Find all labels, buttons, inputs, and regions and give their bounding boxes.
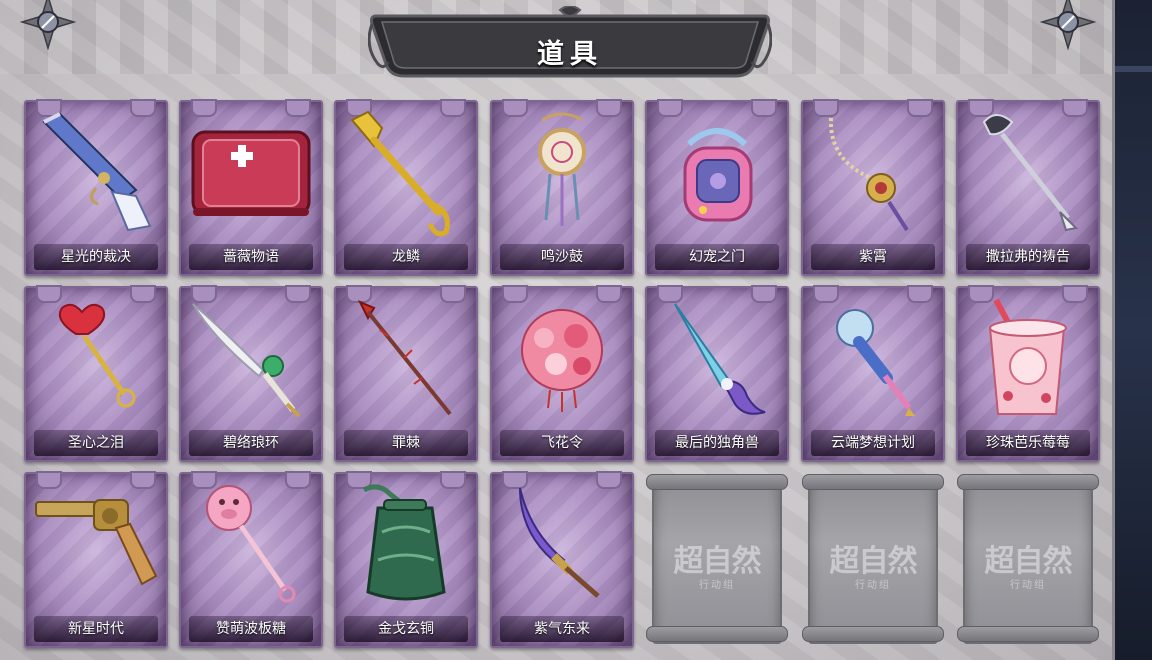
item-label: 云端梦想计划 <box>831 435 915 451</box>
item-label: 幻宠之门 <box>689 249 745 265</box>
item-card[interactable]: 蔷薇物语 <box>179 99 323 276</box>
cloud-mace-icon <box>836 309 915 416</box>
item-card[interactable]: 新星时代 <box>24 471 168 648</box>
scroll-roll-bottom <box>646 626 788 642</box>
scene-background-edge <box>1115 0 1152 660</box>
item-label: 蔷薇物语 <box>223 249 279 265</box>
empty-slot-subtitle: 行动组 <box>855 580 891 591</box>
empty-slot[interactable]: 超自然 行动组 <box>802 474 944 644</box>
empty-slot[interactable]: 超自然 行动组 <box>646 474 788 644</box>
item-card[interactable]: 龙鳞 <box>334 99 478 276</box>
item-card[interactable]: 珍珠芭乐莓莓 <box>956 285 1100 462</box>
silver-scepter-icon <box>982 114 1079 232</box>
revolver-icon <box>35 499 158 586</box>
dreamcatcher-drum-icon <box>538 112 586 226</box>
empty-slot[interactable]: 超自然 行动组 <box>957 474 1099 644</box>
item-label: 珍珠芭乐莓莓 <box>986 435 1070 451</box>
item-card[interactable]: 紫霄 <box>801 99 945 276</box>
item-card[interactable]: 赞萌波板糖 <box>179 471 323 648</box>
empty-slot-watermark: 超自然 <box>829 544 918 579</box>
pendant-chain-icon <box>828 117 909 232</box>
item-label: 龙鳞 <box>392 249 420 265</box>
item-label: 金戈玄铜 <box>378 621 434 637</box>
thorn-staff-icon <box>357 300 452 416</box>
item-card[interactable]: 紫气东来 <box>490 471 634 648</box>
item-card[interactable]: 鸣沙鼓 <box>490 99 634 276</box>
inventory-board: 道具 星光的裁决 蔷薇物语 龙鳞 鸣沙鼓 幻宠之门 紫霄 撒拉弗的祷告 圣心之泪… <box>0 0 1115 660</box>
item-card[interactable]: 金戈玄铜 <box>334 471 478 648</box>
item-card[interactable]: 幻宠之门 <box>645 99 789 276</box>
item-card[interactable]: 飞花令 <box>490 285 634 462</box>
item-card[interactable]: 星光的裁决 <box>24 99 168 276</box>
empty-slot-subtitle: 行动组 <box>699 580 735 591</box>
unicorn-horn-sword-icon <box>674 303 766 415</box>
title-banner: 道具 <box>367 5 773 84</box>
item-label: 圣心之泪 <box>68 435 124 451</box>
item-label: 赞萌波板糖 <box>216 621 286 637</box>
flintlock-pistol-icon <box>42 112 152 232</box>
item-label: 撒拉弗的祷告 <box>986 249 1070 265</box>
pig-lollipop-icon <box>206 485 296 603</box>
item-card[interactable]: 碧络琅环 <box>179 285 323 462</box>
medkit-box-icon <box>191 130 311 216</box>
compass-ornament-icon <box>1040 0 1096 50</box>
item-label: 飞花令 <box>541 435 583 451</box>
empty-slot-watermark: 超自然 <box>984 544 1073 579</box>
page-title: 道具 <box>537 39 603 70</box>
item-label: 紫气东来 <box>534 621 590 637</box>
empty-slot-watermark: 超自然 <box>673 544 762 579</box>
item-label: 鸣沙鼓 <box>541 249 583 265</box>
purple-sword-icon <box>519 487 600 598</box>
scroll-roll-top <box>802 474 944 490</box>
edge-bar <box>1115 66 1152 72</box>
bronze-grenade-icon <box>362 484 446 601</box>
item-card[interactable]: 撒拉弗的祷告 <box>956 99 1100 276</box>
item-label: 紫霄 <box>859 249 887 265</box>
item-label: 新星时代 <box>68 621 124 637</box>
pet-device-icon <box>683 128 753 222</box>
empty-slot-subtitle: 行动组 <box>1010 580 1046 591</box>
golden-shovel-icon <box>350 110 450 237</box>
scroll-roll-top <box>957 474 1099 490</box>
item-card[interactable]: 最后的独角兽 <box>645 285 789 462</box>
flower-bouquet-icon <box>521 309 603 412</box>
item-label: 罪棘 <box>392 435 420 451</box>
item-label: 最后的独角兽 <box>675 435 759 451</box>
scroll-roll-top <box>646 474 788 490</box>
compass-ornament-icon <box>20 0 76 50</box>
scroll-roll-bottom <box>802 626 944 642</box>
heart-scepter-icon <box>58 303 136 408</box>
scroll-roll-bottom <box>957 626 1099 642</box>
item-label: 碧络琅环 <box>223 435 279 451</box>
item-card[interactable]: 罪棘 <box>334 285 478 462</box>
item-label: 星光的裁决 <box>61 249 131 265</box>
item-card[interactable]: 圣心之泪 <box>24 285 168 462</box>
item-card[interactable]: 云端梦想计划 <box>801 285 945 462</box>
bubble-tea-cup-icon <box>988 298 1067 415</box>
jade-blade-icon <box>192 303 301 418</box>
